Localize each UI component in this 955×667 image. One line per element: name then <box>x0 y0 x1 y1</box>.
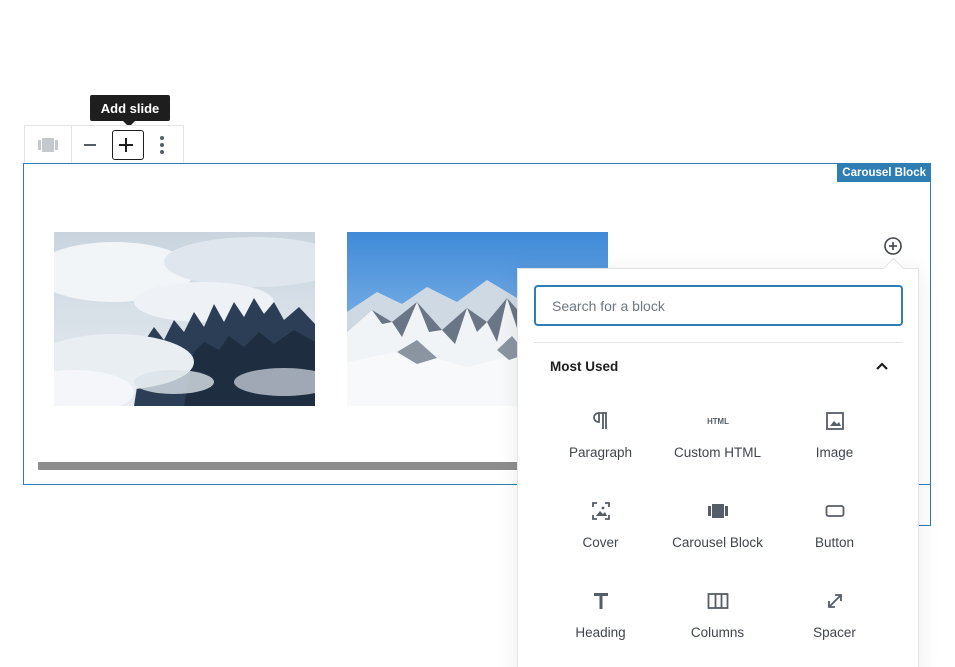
block-item-label: Heading <box>575 625 626 640</box>
slide-foggy-forest-image[interactable] <box>54 232 315 406</box>
more-options-button[interactable] <box>144 126 180 163</box>
most-used-panel-toggle[interactable]: Most Used <box>534 349 903 383</box>
carousel-block-label: Carousel Block <box>837 163 931 182</box>
more-vertical-icon <box>159 135 165 155</box>
block-item-image[interactable]: Image <box>776 397 893 469</box>
block-item-cover[interactable]: Cover <box>542 487 659 559</box>
block-item-columns[interactable]: Columns <box>659 577 776 649</box>
block-item-label: Spacer <box>813 625 856 640</box>
divider <box>534 342 903 343</box>
minus-icon <box>83 138 97 152</box>
carousel-icon <box>37 137 59 153</box>
block-toolbar <box>24 125 184 163</box>
block-item-label: Paragraph <box>568 445 633 460</box>
editor-canvas: Add slide Carousel Block Search for a bl… <box>0 0 955 667</box>
block-item-carousel-block[interactable]: Carousel Block <box>659 487 776 559</box>
cover-icon <box>589 499 613 523</box>
carousel-scrollbar[interactable] <box>38 462 518 470</box>
columns-icon <box>706 589 730 613</box>
block-item-label: Columns <box>690 625 745 640</box>
block-item-label: Carousel Block <box>672 535 763 550</box>
add-slide-button[interactable] <box>108 126 144 163</box>
block-item-label: Image <box>815 445 854 460</box>
plus-icon <box>118 137 134 153</box>
block-list: Paragraph HTML Custom HTML Image Cover C… <box>542 397 894 649</box>
block-item-paragraph[interactable]: Paragraph <box>542 397 659 469</box>
plus-circle-icon[interactable] <box>883 236 903 256</box>
remove-slide-button[interactable] <box>72 126 108 163</box>
block-item-label: Custom HTML <box>673 445 761 460</box>
block-inserter-popover: Most Used Paragraph HTML Custom HTML <box>517 268 919 667</box>
carousel-block-border <box>918 484 931 526</box>
panel-title: Most Used <box>550 358 619 374</box>
block-item-label: Cover <box>582 535 619 550</box>
html-icon: HTML <box>706 409 730 433</box>
block-item-label: Button <box>814 535 855 550</box>
carousel-icon <box>706 499 730 523</box>
image-icon <box>823 409 847 433</box>
paragraph-icon <box>589 409 613 433</box>
add-slide-tooltip: Add slide <box>90 95 170 127</box>
button-icon <box>823 499 847 523</box>
carousel-block-type-button[interactable] <box>25 126 72 163</box>
block-item-custom-html[interactable]: HTML Custom HTML <box>659 397 776 469</box>
block-search-input[interactable] <box>534 285 903 326</box>
block-item-heading[interactable]: Heading <box>542 577 659 649</box>
block-item-button[interactable]: Button <box>776 487 893 559</box>
block-item-spacer[interactable]: Spacer <box>776 577 893 649</box>
spacer-icon <box>823 589 847 613</box>
heading-icon <box>589 589 613 613</box>
svg-text:HTML: HTML <box>707 417 729 426</box>
chevron-up-icon <box>875 361 889 371</box>
